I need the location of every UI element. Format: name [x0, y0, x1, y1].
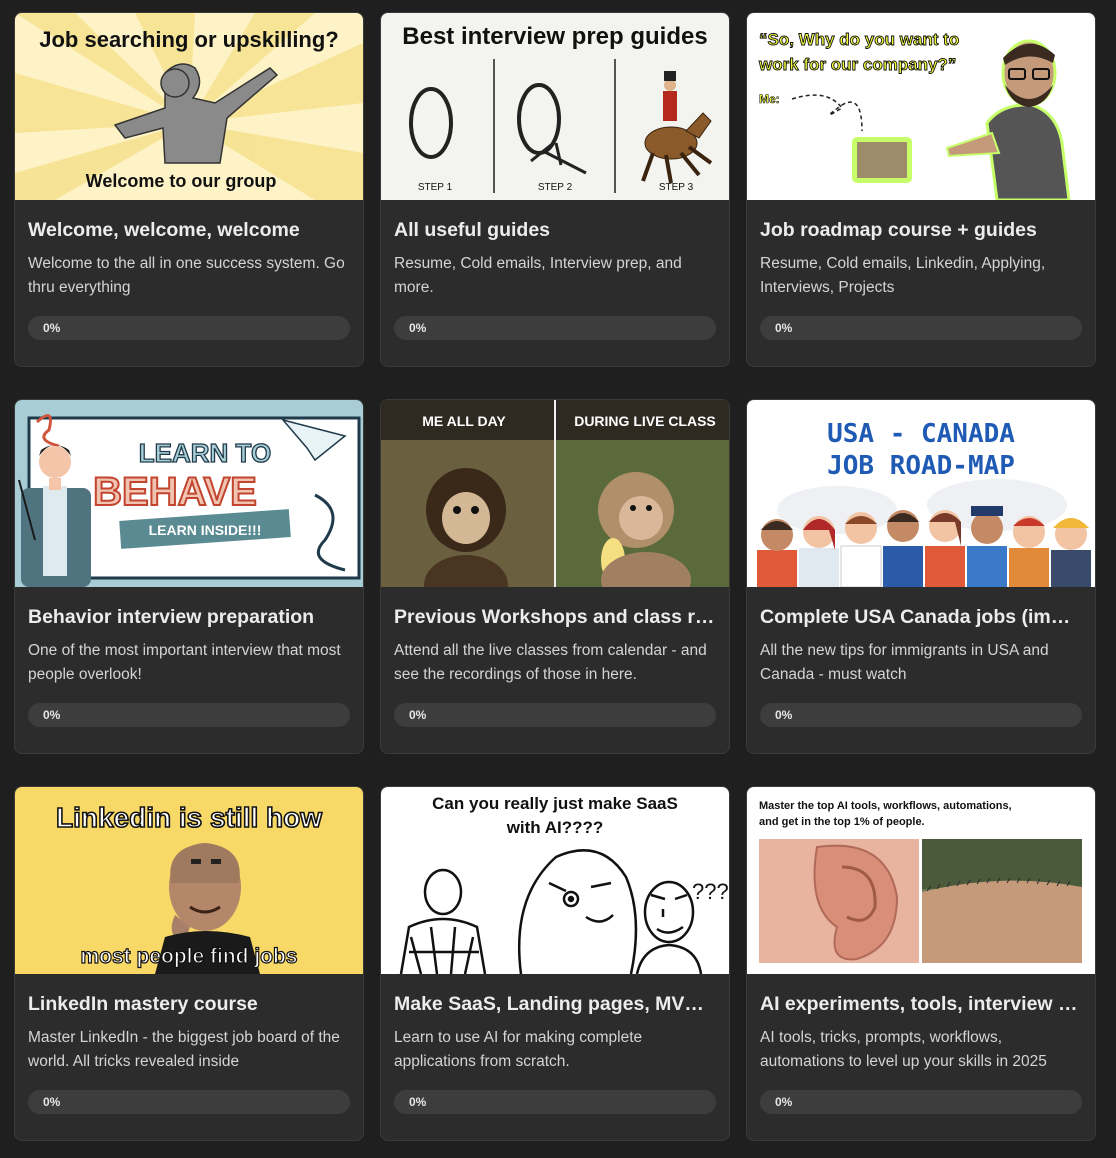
course-card[interactable]: Master the top AI tools, workflows, auto… [746, 786, 1096, 1141]
thumb-top-text: Linkedin is still how [56, 802, 322, 833]
thumb-me: Me: [759, 92, 780, 106]
progress-bar: 0% [394, 316, 716, 340]
progress-label: 0% [409, 708, 427, 722]
step2-label: STEP 2 [538, 182, 573, 193]
course-card[interactable]: USA - CANADA JOB ROAD-MAP Complete USA C… [746, 399, 1096, 754]
course-title: Previous Workshops and class recordings [394, 606, 716, 628]
progress-label: 0% [43, 708, 61, 722]
course-description: Learn to use AI for making complete appl… [394, 1029, 643, 1070]
course-card[interactable]: Linkedin is still how most people find j… [14, 786, 364, 1141]
course-title: LinkedIn mastery course [28, 993, 258, 1015]
thumb-bottom-text: Welcome to our group [86, 171, 277, 191]
progress-label: 0% [775, 1095, 793, 1109]
thumb-right-label: DURING LIVE CLASS [574, 413, 716, 429]
course-title: Complete USA Canada jobs (immigrants) [760, 606, 1082, 628]
step1-label: STEP 1 [418, 182, 453, 193]
progress-bar: 0% [760, 703, 1082, 727]
course-title: Job roadmap course + guides [760, 219, 1037, 241]
course-description: All the new tips for immigrants in USA a… [760, 642, 1049, 683]
course-title: Make SaaS, Landing pages, MVPs with AI [394, 993, 716, 1015]
course-description: AI tools, tricks, prompts, workflows, au… [760, 1029, 1047, 1070]
thumb-line2: BEHAVE [93, 470, 257, 514]
course-description: Attend all the live classes from calenda… [394, 642, 707, 683]
thumb-line2: JOB ROAD-MAP [827, 451, 1015, 481]
progress-bar: 0% [28, 316, 350, 340]
progress-bar: 0% [394, 1090, 716, 1114]
thumb-top-text: Job searching or upskilling? [39, 27, 339, 52]
course-card[interactable]: LEARN TO BEHAVE LEARN INSIDE!!! Behavior… [14, 399, 364, 754]
course-card[interactable]: Can you really just make SaaS with AI???… [380, 786, 730, 1141]
thumb-line1: USA - CANADA [827, 419, 1015, 449]
course-thumbnail: ME ALL DAY DURING LIVE CLASS [381, 400, 729, 587]
thumb-line2: with AI???? [506, 818, 604, 837]
course-thumbnail: Can you really just make SaaS with AI???… [381, 787, 729, 974]
thumb-line1: LEARN TO [139, 438, 271, 468]
progress-bar: 0% [28, 703, 350, 727]
progress-bar: 0% [28, 1090, 350, 1114]
course-description: One of the most important interview that… [28, 642, 341, 683]
thumb-line1: Master the top AI tools, workflows, auto… [759, 800, 1012, 812]
course-thumbnail: Linkedin is still how most people find j… [15, 787, 363, 974]
thumb-line2: and get in the top 1% of people. [759, 816, 925, 828]
progress-bar: 0% [394, 703, 716, 727]
course-thumbnail: Master the top AI tools, workflows, auto… [747, 787, 1095, 974]
course-card[interactable]: “So, Why do you want to work for our com… [746, 12, 1096, 367]
course-thumbnail: Best interview prep guides STEP 1 STEP 2… [381, 13, 729, 200]
course-thumbnail: “So, Why do you want to work for our com… [747, 13, 1095, 200]
course-grid: Job searching or upskilling? Welcome to … [14, 12, 1096, 1141]
thumb-question-marks: ??? [692, 879, 729, 904]
course-description: Resume, Cold emails, Interview prep, and… [394, 255, 682, 296]
thumb-line1: “So, Why do you want to [759, 30, 959, 49]
course-thumbnail: Job searching or upskilling? Welcome to … [15, 13, 363, 200]
course-description: Resume, Cold emails, Linkedin, Applying,… [760, 255, 1046, 296]
progress-label: 0% [409, 321, 427, 335]
course-thumbnail: USA - CANADA JOB ROAD-MAP [747, 400, 1095, 587]
course-card[interactable]: Best interview prep guides STEP 1 STEP 2… [380, 12, 730, 367]
course-title: All useful guides [394, 219, 551, 241]
course-title: Behavior interview preparation [28, 606, 315, 628]
progress-label: 0% [43, 1095, 61, 1109]
course-title: AI experiments, tools, interview prep [760, 993, 1082, 1015]
thumb-line3: LEARN INSIDE!!! [149, 522, 262, 538]
progress-label: 0% [775, 708, 793, 722]
course-title: Welcome, welcome, welcome [28, 219, 300, 241]
progress-bar: 0% [760, 316, 1082, 340]
step3-label: STEP 3 [659, 182, 694, 193]
course-description: Master LinkedIn - the biggest job board … [28, 1029, 340, 1070]
progress-label: 0% [409, 1095, 427, 1109]
thumb-heading: Best interview prep guides [402, 23, 707, 50]
course-description: Welcome to the all in one success system… [28, 255, 345, 296]
progress-label: 0% [775, 321, 793, 335]
thumb-bottom-text: most people find jobs [80, 945, 297, 968]
course-thumbnail: LEARN TO BEHAVE LEARN INSIDE!!! [15, 400, 363, 587]
course-card[interactable]: ME ALL DAY DURING LIVE CLASS Previous Wo… [380, 399, 730, 754]
progress-bar: 0% [760, 1090, 1082, 1114]
thumb-left-label: ME ALL DAY [422, 413, 506, 429]
thumb-line1: Can you really just make SaaS [432, 794, 678, 813]
course-card[interactable]: Job searching or upskilling? Welcome to … [14, 12, 364, 367]
progress-label: 0% [43, 321, 61, 335]
thumb-line2: work for our company?” [758, 55, 956, 74]
